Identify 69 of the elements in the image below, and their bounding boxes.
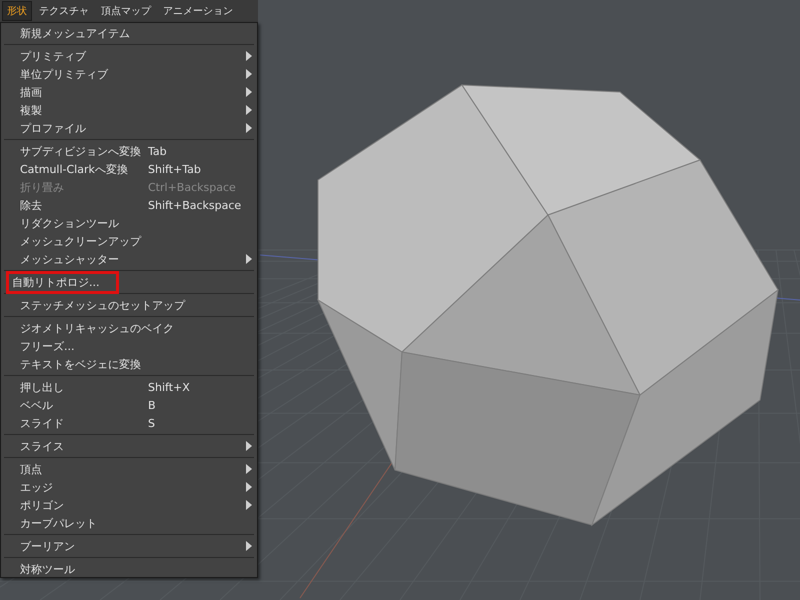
menu-item-label: エッジ [20, 480, 53, 494]
menu-item-label: 単位プリミティブ [20, 66, 108, 82]
menu-item-label: スライド [20, 416, 64, 430]
menu-item-label: 除去 [20, 198, 42, 212]
menu-item-label: ブーリアン [20, 538, 75, 554]
menu-item[interactable]: 頂点 [1, 460, 257, 478]
menu-item-label: スライス [20, 438, 64, 454]
submenu-arrow-icon [246, 254, 252, 264]
menu-item-label: 複製 [20, 102, 42, 118]
menu-item-label: テキストをベジェに変換 [20, 356, 141, 372]
menu-item-label: メッシュシャッター [20, 252, 119, 266]
menu-item[interactable]: 押し出し Shift+X [1, 378, 257, 396]
menu-item[interactable]: カーブパレット [1, 514, 257, 532]
menu-item[interactable]: ステッチメッシュのセットアップ [1, 296, 257, 314]
submenu-arrow-icon [246, 541, 252, 551]
submenu-arrow-icon [246, 441, 252, 451]
menu-item[interactable]: 複製 [1, 101, 257, 119]
menu-item[interactable]: Catmull-Clarkへ変換 Shift+Tab [1, 160, 257, 178]
menu-item-label: プリミティブ [20, 48, 86, 64]
menu-bar-item[interactable]: アニメーション [158, 1, 238, 21]
menu-item[interactable]: スライド S [1, 414, 257, 432]
menu-item[interactable]: テキストをベジェに変換 [1, 355, 257, 373]
menu-item-label: 折り畳み [20, 180, 64, 194]
menu-item-label: Catmull-Clarkへ変換 [20, 162, 128, 176]
menu-item-label: 新規メッシュアイテム [20, 26, 130, 40]
menu-item-label: 押し出し [20, 380, 64, 394]
menu-item-label: メッシュクリーンアップ [20, 234, 141, 248]
shortcut-label: B [148, 398, 156, 412]
menu-item-label: フリーズ... [20, 338, 74, 354]
shortcut-label: Tab [148, 144, 167, 158]
menu-item[interactable]: ポリゴン [1, 496, 257, 514]
menu-item[interactable]: メッシュシャッター [1, 250, 257, 268]
menu-item[interactable]: ベベル B [1, 396, 257, 414]
menu-item[interactable]: プリミティブ [1, 47, 257, 65]
menu-item[interactable]: プロファイル [1, 119, 257, 137]
menu-item[interactable]: ブーリアン [1, 537, 257, 555]
menu-item[interactable]: 対称ツール [1, 560, 257, 578]
shortcut-label: Shift+Backspace [148, 198, 242, 212]
menu-item-label: 対称ツール [20, 562, 75, 576]
menu-item[interactable]: フリーズ... [1, 337, 257, 355]
shortcut-label: Ctrl+Backspace [148, 180, 236, 194]
menu-item-label: リダクションツール [20, 216, 119, 230]
shortcut-label: S [148, 416, 155, 430]
menu-item-label: 自動リトポロジ... [9, 274, 116, 290]
menu-item[interactable]: 自動リトポロジ... [1, 273, 257, 291]
menu-item-label: ポリゴン [20, 498, 64, 512]
menu-item-label: プロファイル [20, 120, 86, 136]
menu-item[interactable]: スライス [1, 437, 257, 455]
menu-bar-item[interactable]: 形状 [2, 1, 32, 21]
menu-item[interactable]: メッシュクリーンアップ [1, 232, 257, 250]
menu-item-label: 頂点 [20, 462, 42, 476]
menu-item-label: 描画 [20, 84, 42, 100]
menu-bar-item[interactable]: 頂点マップ [96, 1, 156, 21]
menu-item[interactable]: リダクションツール [1, 214, 257, 232]
menu-item[interactable]: ジオメトリキャッシュのベイク [1, 319, 257, 337]
menu-item[interactable]: 単位プリミティブ [1, 65, 257, 83]
menu-item-label: カーブパレット [20, 516, 97, 530]
menu-item-label: ジオメトリキャッシュのベイク [20, 320, 174, 336]
menu-item[interactable]: サブディビジョンへ変換 Tab [1, 142, 257, 160]
menu-item[interactable]: 描画 [1, 83, 257, 101]
menu-bar-item[interactable]: テクスチャ [34, 1, 94, 21]
menu-item[interactable]: 除去 Shift+Backspace [1, 196, 257, 214]
menu-item-label: ステッチメッシュのセットアップ [20, 298, 185, 312]
shortcut-label: Shift+Tab [148, 162, 201, 176]
menu-item[interactable]: エッジ [1, 478, 257, 496]
menu-item-label: サブディビジョンへ変換 [20, 144, 141, 158]
menu-item-label: ベベル [20, 398, 53, 412]
menu-item[interactable]: 新規メッシュアイテム [1, 24, 257, 42]
shortcut-label: Shift+X [148, 380, 190, 394]
